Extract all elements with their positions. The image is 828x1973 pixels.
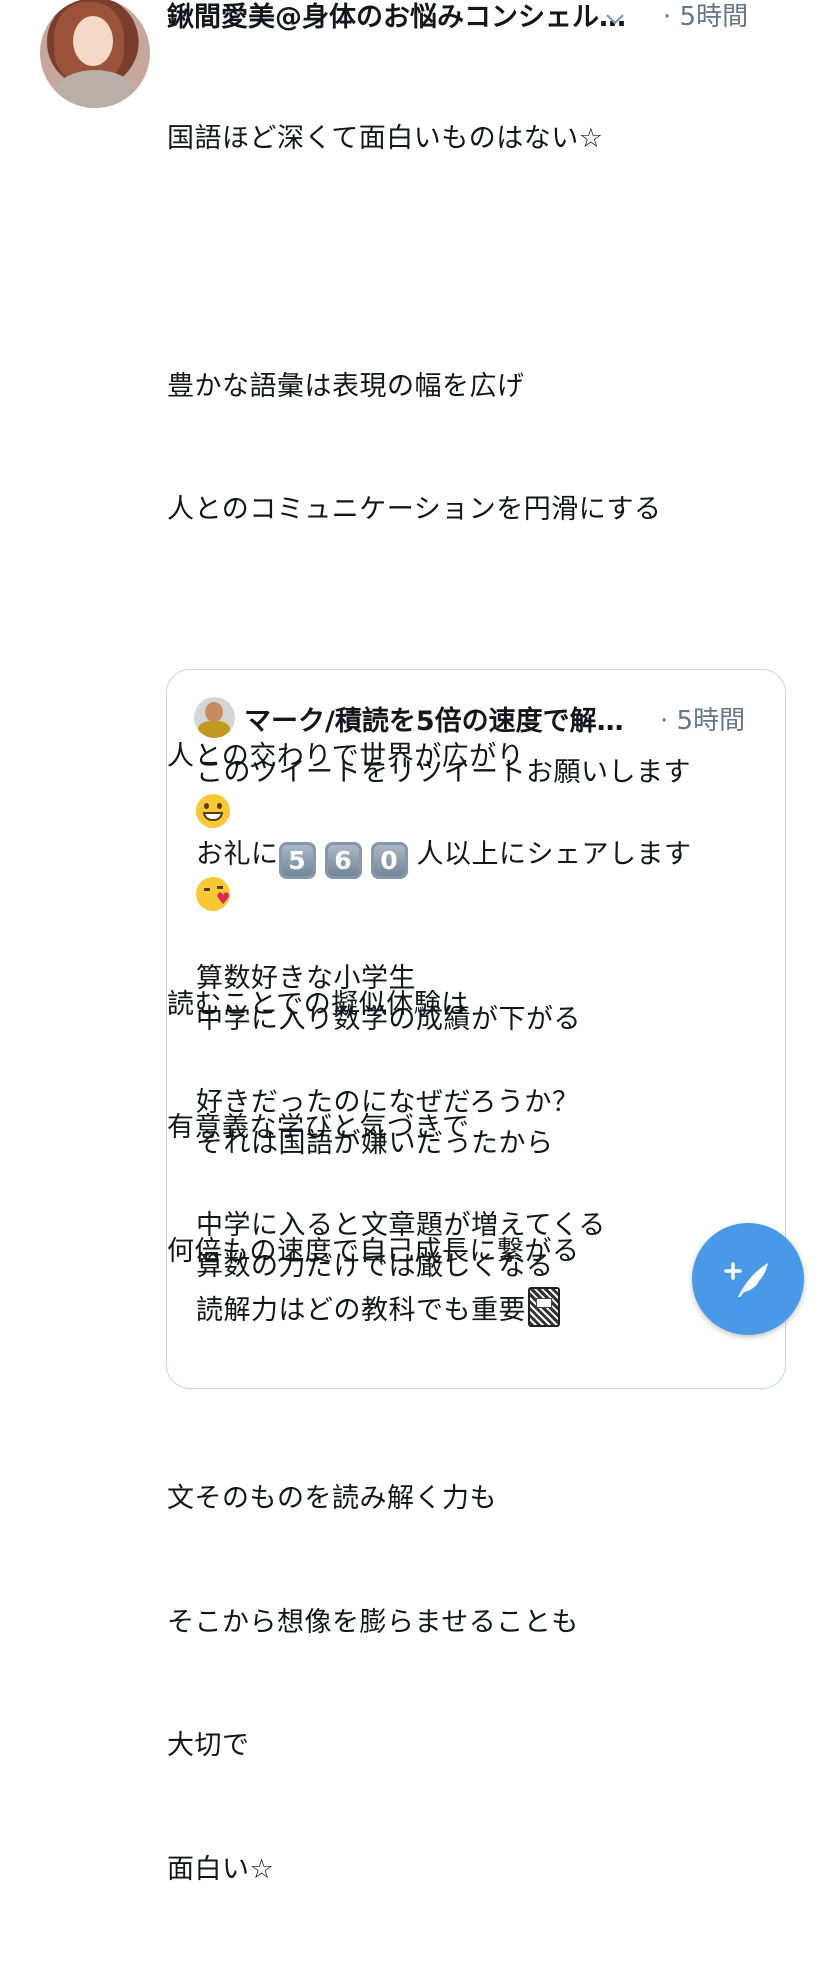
quoted-header: マーク/積読を5倍の速度で解消する読書術 · 5時間 (244, 698, 764, 738)
text-segment: 読解力はどの教科でも重要 (196, 1295, 526, 1327)
text-line: 豊かな語彙は表現の幅を広げ (167, 370, 525, 402)
quoted-avatar (194, 697, 235, 738)
text-line: 人とのコミュニケーションを円滑にする (167, 494, 662, 526)
text-line: 国語ほど深くて面白いものはない☆ (167, 123, 604, 155)
compose-tweet-button[interactable] (692, 1223, 804, 1335)
kissing-face-icon (196, 876, 231, 911)
text-line: 好きだったのになぜだろうか？ (196, 1086, 580, 1118)
text-line: 中学に入り数学の成績が下がる (196, 1004, 581, 1036)
avatar[interactable] (40, 0, 150, 108)
text-line: 算数好きな小学生 (196, 962, 416, 994)
tweet-header: 鍬間愛美@身体のお悩みコンシェルジュ · 5時間 (167, 0, 807, 34)
text-line: このツイートをリツイートお願いします (196, 757, 691, 788)
notebook-icon (528, 1287, 560, 1328)
text-line (196, 1040, 766, 1081)
quoted-text: このツイートをリツイートお願いします お礼に560人以上にシェアします 算数好き… (196, 752, 766, 1329)
keycap-five-icon: 5 (278, 842, 316, 880)
text-segment: 人以上にシェアします (416, 839, 692, 871)
text-line: 算数の力だけでは厳しくなる (196, 1251, 554, 1283)
text-line (196, 917, 766, 958)
text-line: 面白い☆ (167, 1853, 275, 1885)
grinning-face-icon (196, 794, 230, 829)
text-line: 中学に入ると文章題が増えてくる (196, 1210, 606, 1242)
text-segment: お礼に (196, 839, 279, 871)
quoted-timestamp: · 5時間 (660, 705, 746, 736)
text-line: そこから想像を膨らませることも (167, 1606, 579, 1638)
text-line (167, 242, 787, 283)
quoted-display-name: マーク/積読を5倍の速度で解消する読書術 (244, 705, 634, 737)
text-line: それは国語が嫌いだったから (196, 1127, 554, 1159)
text-line (196, 1164, 766, 1205)
text-line (167, 613, 787, 654)
text-line: 大切で (167, 1730, 250, 1762)
compose-tweet-icon (724, 1262, 768, 1297)
text-line: 文そのものを読み解く力も (167, 1483, 497, 1515)
display-name[interactable]: 鍬間愛美@身体のお悩みコンシェルジュ (167, 0, 645, 34)
chevron-down-icon[interactable] (604, 8, 626, 30)
keycap-six-icon: 6 (324, 842, 362, 880)
tweet[interactable]: 鍬間愛美@身体のお悩みコンシェルジュ · 5時間 国語ほど深くて面白いものはない… (0, 0, 828, 1885)
timestamp[interactable]: · 5時間 (663, 0, 748, 33)
keycap-zero-icon: 0 (370, 842, 408, 880)
